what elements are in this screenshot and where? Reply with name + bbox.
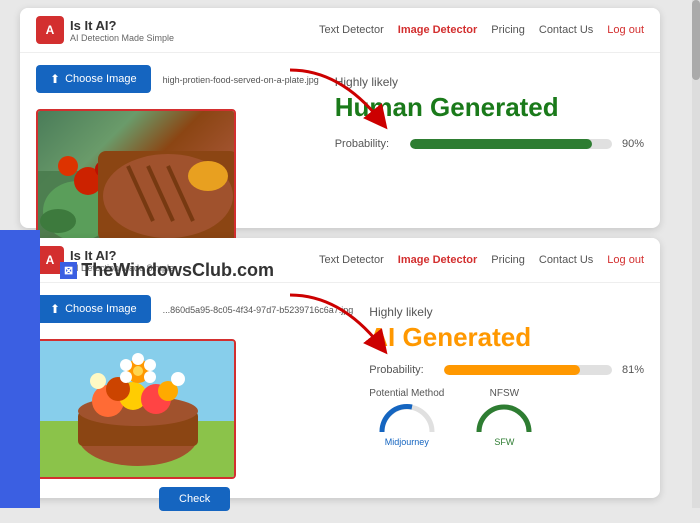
progress-bar-1 xyxy=(410,139,612,149)
upload-icon-2: ⬆ xyxy=(50,302,60,316)
input-row-1: ⬆ Choose Image high-protien-food-served-… xyxy=(36,65,319,101)
food-image-container-1 xyxy=(36,109,236,249)
right-panel-2: Highly likely AI Generated Probability: … xyxy=(369,295,644,511)
watermark-icon: ⊠ xyxy=(60,262,77,279)
gauge-potential-method: Potential Method Midjourney xyxy=(369,388,444,447)
file-name-1: high-protien-food-served-on-a-plate.jpg xyxy=(163,75,319,85)
watermark-text: TheWindowsClub.com xyxy=(81,260,274,281)
nav-contact-1[interactable]: Contact Us xyxy=(539,24,593,36)
choose-image-btn-1[interactable]: ⬆ Choose Image xyxy=(36,65,151,93)
gauge-1 xyxy=(377,399,437,435)
food-image-2 xyxy=(38,341,234,477)
food-image-container-2 xyxy=(36,339,236,479)
upload-icon-1: ⬆ xyxy=(50,72,60,86)
choose-btn-label-1: Choose Image xyxy=(65,73,137,85)
highly-likely-2: Highly likely xyxy=(369,305,644,319)
probability-row-1: Probability: 90% xyxy=(335,138,644,150)
scrollbar-thumb[interactable] xyxy=(692,0,700,80)
left-panel-1: ⬆ Choose Image high-protien-food-served-… xyxy=(36,65,319,249)
choose-btn-label-2: Choose Image xyxy=(65,303,137,315)
nav-image-detector-2[interactable]: Image Detector xyxy=(398,254,477,266)
card-body-1: ⬆ Choose Image high-protien-food-served-… xyxy=(20,53,660,261)
result-ai: AI Generated xyxy=(369,323,644,352)
logo-subtitle-1: AI Detection Made Simple xyxy=(70,33,174,43)
probability-label-1: Probability: xyxy=(335,138,400,150)
right-panel-1: Highly likely Human Generated Probabilit… xyxy=(335,65,644,249)
scrollbar[interactable] xyxy=(692,0,700,508)
nav-logout-1[interactable]: Log out xyxy=(607,24,644,36)
logo-text-1: Is It AI? AI Detection Made Simple xyxy=(70,18,174,43)
nav-pricing-2[interactable]: Pricing xyxy=(491,254,525,266)
progress-fill-1 xyxy=(410,139,592,149)
highly-likely-1: Highly likely xyxy=(335,75,644,89)
nav-pricing-1[interactable]: Pricing xyxy=(491,24,525,36)
logo-title-1: Is It AI? xyxy=(70,18,174,33)
watermark: ⊠ TheWindowsClub.com xyxy=(60,260,274,281)
probability-label-2: Probability: xyxy=(369,364,434,376)
navbar-1: A Is It AI? AI Detection Made Simple Tex… xyxy=(20,8,660,53)
blue-sidebar xyxy=(0,230,40,508)
left-panel-2: ⬆ Choose Image ...860d5a95-8c05-4f34-97d… xyxy=(36,295,353,511)
choose-image-btn-2[interactable]: ⬆ Choose Image xyxy=(36,295,151,323)
card-body-2: ⬆ Choose Image ...860d5a95-8c05-4f34-97d… xyxy=(20,283,660,523)
gauge-nsfw: NFSW SFW xyxy=(474,388,534,447)
probability-row-2: Probability: 81% xyxy=(369,364,644,376)
nav-image-detector-1[interactable]: Image Detector xyxy=(398,24,477,36)
result-human: Human Generated xyxy=(335,93,644,122)
progress-fill-2 xyxy=(444,365,580,375)
nav-logout-2[interactable]: Log out xyxy=(607,254,644,266)
nav-text-detector-2[interactable]: Text Detector xyxy=(319,254,384,266)
gauge-2 xyxy=(474,399,534,435)
potential-method-label: Potential Method xyxy=(369,388,444,399)
probability-pct-1: 90% xyxy=(622,138,644,150)
gauge-1-name: Midjourney xyxy=(385,437,429,447)
logo-icon-1: A xyxy=(36,16,64,44)
nav-links-2: Text Detector Image Detector Pricing Con… xyxy=(319,254,644,266)
progress-bar-2 xyxy=(444,365,612,375)
check-btn[interactable]: Check xyxy=(159,487,230,511)
file-name-2: ...860d5a95-8c05-4f34-97d7-b5239716c6a7.… xyxy=(163,305,354,315)
nsfw-label: NFSW xyxy=(490,388,519,399)
nav-links-1: Text Detector Image Detector Pricing Con… xyxy=(319,24,644,36)
gauge-2-name: SFW xyxy=(494,437,514,447)
food-image-1 xyxy=(38,111,234,247)
probability-pct-2: 81% xyxy=(622,364,644,376)
nav-contact-2[interactable]: Contact Us xyxy=(539,254,593,266)
input-row-2: ⬆ Choose Image ...860d5a95-8c05-4f34-97d… xyxy=(36,295,353,331)
nav-text-detector-1[interactable]: Text Detector xyxy=(319,24,384,36)
card-human-generated: A Is It AI? AI Detection Made Simple Tex… xyxy=(20,8,660,228)
